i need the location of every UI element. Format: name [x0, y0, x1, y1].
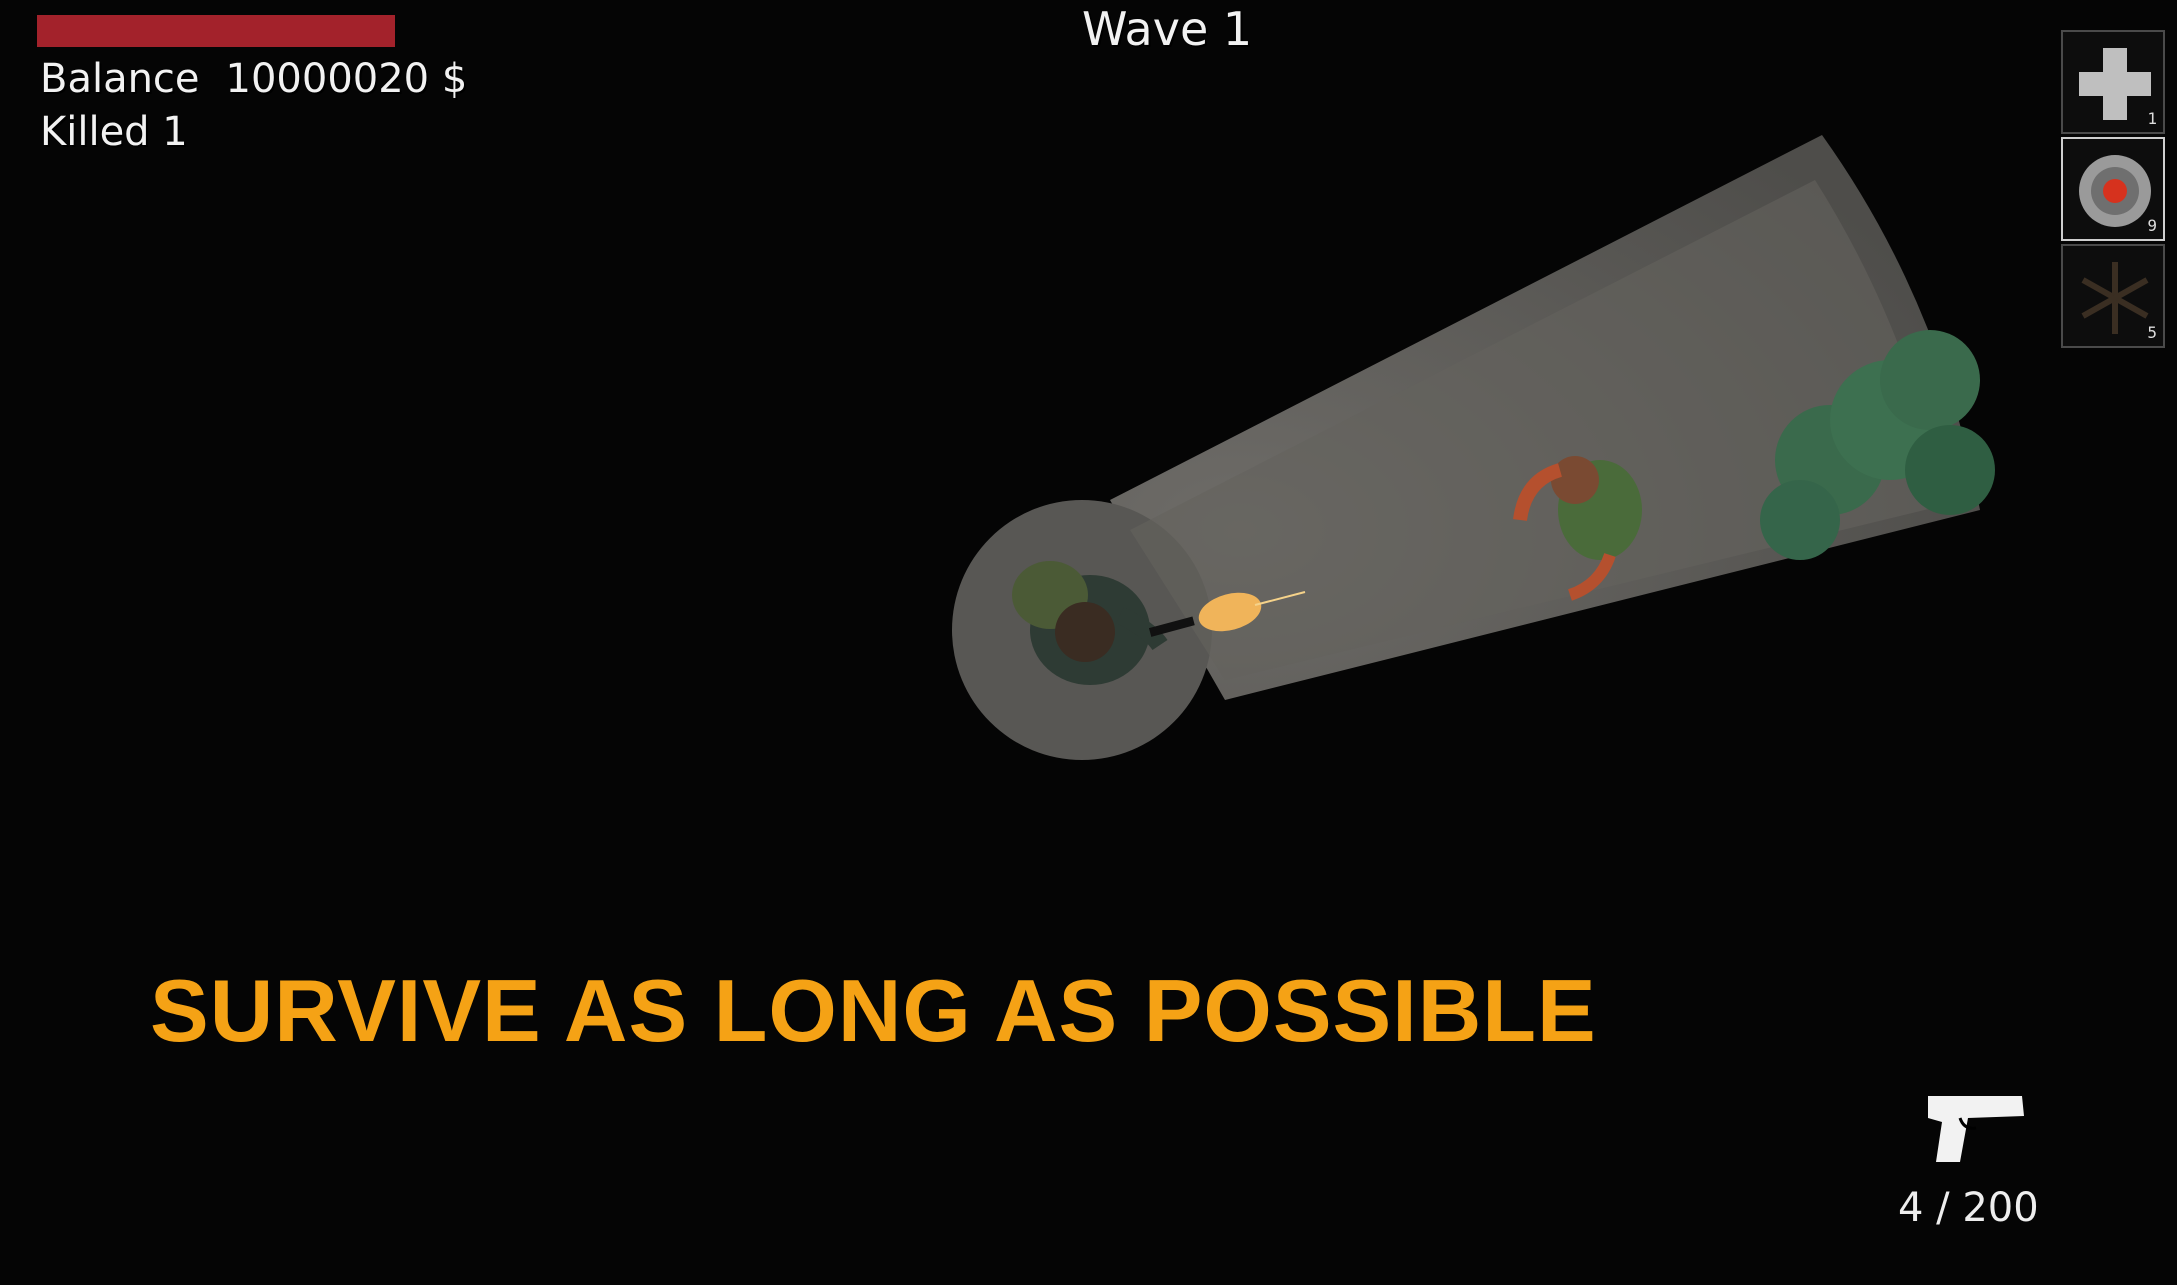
killed-display: Killed 1	[40, 108, 188, 156]
wave-display: Wave 1	[1082, 5, 1252, 53]
item-count: 5	[2147, 323, 2157, 342]
medkit-icon	[2079, 48, 2151, 120]
item-count: 1	[2147, 109, 2157, 128]
balance-value: 10000020 $	[225, 56, 468, 102]
objective-banner: SURVIVE AS LONG AS POSSIBLE	[150, 961, 1597, 1060]
caltrops-icon	[2081, 262, 2149, 334]
inventory-slot-landmine[interactable]: 9	[2061, 137, 2165, 241]
landmine-icon	[2079, 155, 2151, 227]
inventory-slot-medkit[interactable]: 1	[2061, 30, 2165, 134]
item-count: 9	[2147, 216, 2157, 235]
ammo-counter: 4 / 200	[1898, 1185, 2039, 1231]
killed-value: 1	[162, 109, 188, 155]
balance-display: Balance 10000020 $	[40, 55, 467, 103]
health-fill	[37, 15, 395, 47]
inventory-bar: 1 9 5	[2061, 30, 2169, 351]
balance-label: Balance	[40, 56, 200, 102]
wave-label: Wave	[1082, 2, 1209, 56]
killed-label: Killed	[40, 109, 150, 155]
game-scene[interactable]	[0, 0, 2177, 1285]
health-bar	[37, 15, 395, 47]
pistol-icon[interactable]	[1920, 1090, 2030, 1170]
inventory-slot-caltrops[interactable]: 5	[2061, 244, 2165, 348]
wave-value: 1	[1222, 2, 1253, 56]
